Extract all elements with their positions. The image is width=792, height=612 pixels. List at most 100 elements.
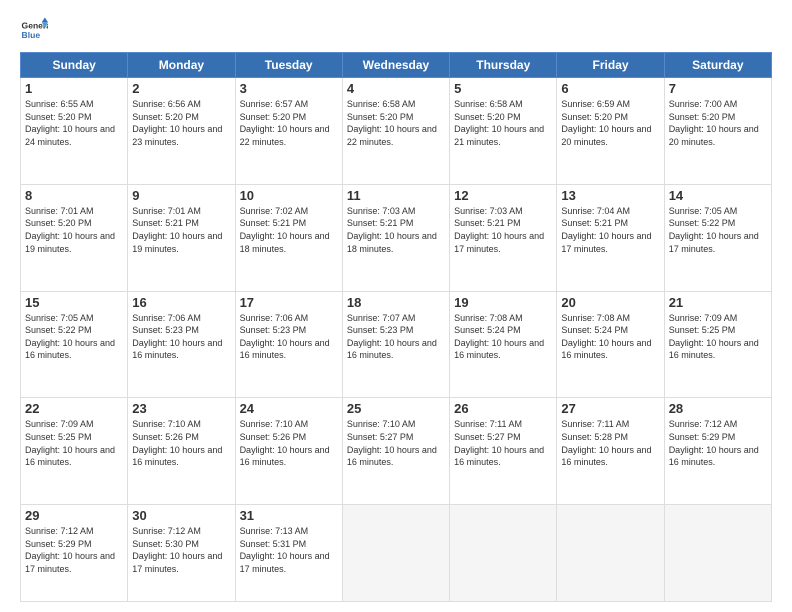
day-info: Sunrise: 7:10 AM Sunset: 5:27 PM Dayligh…: [347, 418, 445, 468]
calendar-col-header: Saturday: [664, 53, 771, 78]
calendar-day-cell: 4 Sunrise: 6:58 AM Sunset: 5:20 PM Dayli…: [342, 78, 449, 185]
day-info: Sunrise: 7:12 AM Sunset: 5:29 PM Dayligh…: [669, 418, 767, 468]
calendar-day-cell: 12 Sunrise: 7:03 AM Sunset: 5:21 PM Dayl…: [450, 184, 557, 291]
day-info: Sunrise: 6:59 AM Sunset: 5:20 PM Dayligh…: [561, 98, 659, 148]
day-info: Sunrise: 6:58 AM Sunset: 5:20 PM Dayligh…: [454, 98, 552, 148]
calendar-day-cell: [450, 505, 557, 602]
calendar-day-cell: 30 Sunrise: 7:12 AM Sunset: 5:30 PM Dayl…: [128, 505, 235, 602]
calendar-day-cell: 8 Sunrise: 7:01 AM Sunset: 5:20 PM Dayli…: [21, 184, 128, 291]
calendar-day-cell: 26 Sunrise: 7:11 AM Sunset: 5:27 PM Dayl…: [450, 398, 557, 505]
calendar-day-cell: 10 Sunrise: 7:02 AM Sunset: 5:21 PM Dayl…: [235, 184, 342, 291]
day-number: 12: [454, 188, 552, 203]
calendar-day-cell: 7 Sunrise: 7:00 AM Sunset: 5:20 PM Dayli…: [664, 78, 771, 185]
calendar-day-cell: 25 Sunrise: 7:10 AM Sunset: 5:27 PM Dayl…: [342, 398, 449, 505]
day-number: 19: [454, 295, 552, 310]
day-number: 11: [347, 188, 445, 203]
day-number: 9: [132, 188, 230, 203]
day-info: Sunrise: 7:08 AM Sunset: 5:24 PM Dayligh…: [454, 312, 552, 362]
day-number: 3: [240, 81, 338, 96]
day-number: 21: [669, 295, 767, 310]
calendar-day-cell: 15 Sunrise: 7:05 AM Sunset: 5:22 PM Dayl…: [21, 291, 128, 398]
calendar-day-cell: 28 Sunrise: 7:12 AM Sunset: 5:29 PM Dayl…: [664, 398, 771, 505]
svg-text:Blue: Blue: [22, 30, 41, 40]
day-number: 17: [240, 295, 338, 310]
calendar-week-row: 15 Sunrise: 7:05 AM Sunset: 5:22 PM Dayl…: [21, 291, 772, 398]
calendar-col-header: Sunday: [21, 53, 128, 78]
calendar-day-cell: [557, 505, 664, 602]
calendar-day-cell: 21 Sunrise: 7:09 AM Sunset: 5:25 PM Dayl…: [664, 291, 771, 398]
day-number: 20: [561, 295, 659, 310]
day-number: 8: [25, 188, 123, 203]
calendar-col-header: Thursday: [450, 53, 557, 78]
day-number: 24: [240, 401, 338, 416]
day-number: 4: [347, 81, 445, 96]
day-info: Sunrise: 7:06 AM Sunset: 5:23 PM Dayligh…: [132, 312, 230, 362]
calendar-day-cell: 11 Sunrise: 7:03 AM Sunset: 5:21 PM Dayl…: [342, 184, 449, 291]
calendar-day-cell: 22 Sunrise: 7:09 AM Sunset: 5:25 PM Dayl…: [21, 398, 128, 505]
day-number: 5: [454, 81, 552, 96]
day-number: 30: [132, 508, 230, 523]
calendar-day-cell: 13 Sunrise: 7:04 AM Sunset: 5:21 PM Dayl…: [557, 184, 664, 291]
calendar-day-cell: [664, 505, 771, 602]
generalblue-logo-icon: General Blue: [20, 16, 48, 44]
day-info: Sunrise: 7:08 AM Sunset: 5:24 PM Dayligh…: [561, 312, 659, 362]
calendar-day-cell: 2 Sunrise: 6:56 AM Sunset: 5:20 PM Dayli…: [128, 78, 235, 185]
calendar-day-cell: 3 Sunrise: 6:57 AM Sunset: 5:20 PM Dayli…: [235, 78, 342, 185]
day-number: 28: [669, 401, 767, 416]
day-number: 13: [561, 188, 659, 203]
day-number: 23: [132, 401, 230, 416]
calendar-week-row: 1 Sunrise: 6:55 AM Sunset: 5:20 PM Dayli…: [21, 78, 772, 185]
day-info: Sunrise: 7:03 AM Sunset: 5:21 PM Dayligh…: [347, 205, 445, 255]
calendar-col-header: Wednesday: [342, 53, 449, 78]
calendar-day-cell: 6 Sunrise: 6:59 AM Sunset: 5:20 PM Dayli…: [557, 78, 664, 185]
calendar-day-cell: 9 Sunrise: 7:01 AM Sunset: 5:21 PM Dayli…: [128, 184, 235, 291]
day-number: 2: [132, 81, 230, 96]
day-info: Sunrise: 7:09 AM Sunset: 5:25 PM Dayligh…: [25, 418, 123, 468]
day-number: 6: [561, 81, 659, 96]
calendar-day-cell: [342, 505, 449, 602]
calendar-day-cell: 29 Sunrise: 7:12 AM Sunset: 5:29 PM Dayl…: [21, 505, 128, 602]
day-info: Sunrise: 7:00 AM Sunset: 5:20 PM Dayligh…: [669, 98, 767, 148]
day-number: 15: [25, 295, 123, 310]
calendar-day-cell: 5 Sunrise: 6:58 AM Sunset: 5:20 PM Dayli…: [450, 78, 557, 185]
day-info: Sunrise: 7:10 AM Sunset: 5:26 PM Dayligh…: [240, 418, 338, 468]
calendar-day-cell: 14 Sunrise: 7:05 AM Sunset: 5:22 PM Dayl…: [664, 184, 771, 291]
day-number: 26: [454, 401, 552, 416]
day-info: Sunrise: 7:11 AM Sunset: 5:28 PM Dayligh…: [561, 418, 659, 468]
day-number: 18: [347, 295, 445, 310]
calendar-header-row: SundayMondayTuesdayWednesdayThursdayFrid…: [21, 53, 772, 78]
day-info: Sunrise: 7:01 AM Sunset: 5:20 PM Dayligh…: [25, 205, 123, 255]
calendar-day-cell: 17 Sunrise: 7:06 AM Sunset: 5:23 PM Dayl…: [235, 291, 342, 398]
logo: General Blue: [20, 16, 48, 44]
day-info: Sunrise: 7:11 AM Sunset: 5:27 PM Dayligh…: [454, 418, 552, 468]
day-number: 31: [240, 508, 338, 523]
calendar-day-cell: 18 Sunrise: 7:07 AM Sunset: 5:23 PM Dayl…: [342, 291, 449, 398]
day-number: 1: [25, 81, 123, 96]
day-info: Sunrise: 7:05 AM Sunset: 5:22 PM Dayligh…: [25, 312, 123, 362]
day-number: 7: [669, 81, 767, 96]
day-number: 25: [347, 401, 445, 416]
day-info: Sunrise: 7:06 AM Sunset: 5:23 PM Dayligh…: [240, 312, 338, 362]
day-info: Sunrise: 7:12 AM Sunset: 5:30 PM Dayligh…: [132, 525, 230, 575]
header: General Blue: [20, 16, 772, 44]
calendar-week-row: 29 Sunrise: 7:12 AM Sunset: 5:29 PM Dayl…: [21, 505, 772, 602]
calendar-day-cell: 24 Sunrise: 7:10 AM Sunset: 5:26 PM Dayl…: [235, 398, 342, 505]
day-info: Sunrise: 7:02 AM Sunset: 5:21 PM Dayligh…: [240, 205, 338, 255]
day-info: Sunrise: 7:04 AM Sunset: 5:21 PM Dayligh…: [561, 205, 659, 255]
day-number: 14: [669, 188, 767, 203]
calendar-day-cell: 27 Sunrise: 7:11 AM Sunset: 5:28 PM Dayl…: [557, 398, 664, 505]
page: General Blue SundayMondayTuesdayWednesda…: [0, 0, 792, 612]
calendar-col-header: Friday: [557, 53, 664, 78]
calendar-day-cell: 31 Sunrise: 7:13 AM Sunset: 5:31 PM Dayl…: [235, 505, 342, 602]
day-info: Sunrise: 6:57 AM Sunset: 5:20 PM Dayligh…: [240, 98, 338, 148]
day-info: Sunrise: 6:58 AM Sunset: 5:20 PM Dayligh…: [347, 98, 445, 148]
day-info: Sunrise: 7:05 AM Sunset: 5:22 PM Dayligh…: [669, 205, 767, 255]
day-info: Sunrise: 7:07 AM Sunset: 5:23 PM Dayligh…: [347, 312, 445, 362]
day-number: 29: [25, 508, 123, 523]
calendar-week-row: 22 Sunrise: 7:09 AM Sunset: 5:25 PM Dayl…: [21, 398, 772, 505]
day-info: Sunrise: 7:13 AM Sunset: 5:31 PM Dayligh…: [240, 525, 338, 575]
day-number: 16: [132, 295, 230, 310]
calendar-col-header: Tuesday: [235, 53, 342, 78]
day-info: Sunrise: 6:55 AM Sunset: 5:20 PM Dayligh…: [25, 98, 123, 148]
calendar-day-cell: 20 Sunrise: 7:08 AM Sunset: 5:24 PM Dayl…: [557, 291, 664, 398]
